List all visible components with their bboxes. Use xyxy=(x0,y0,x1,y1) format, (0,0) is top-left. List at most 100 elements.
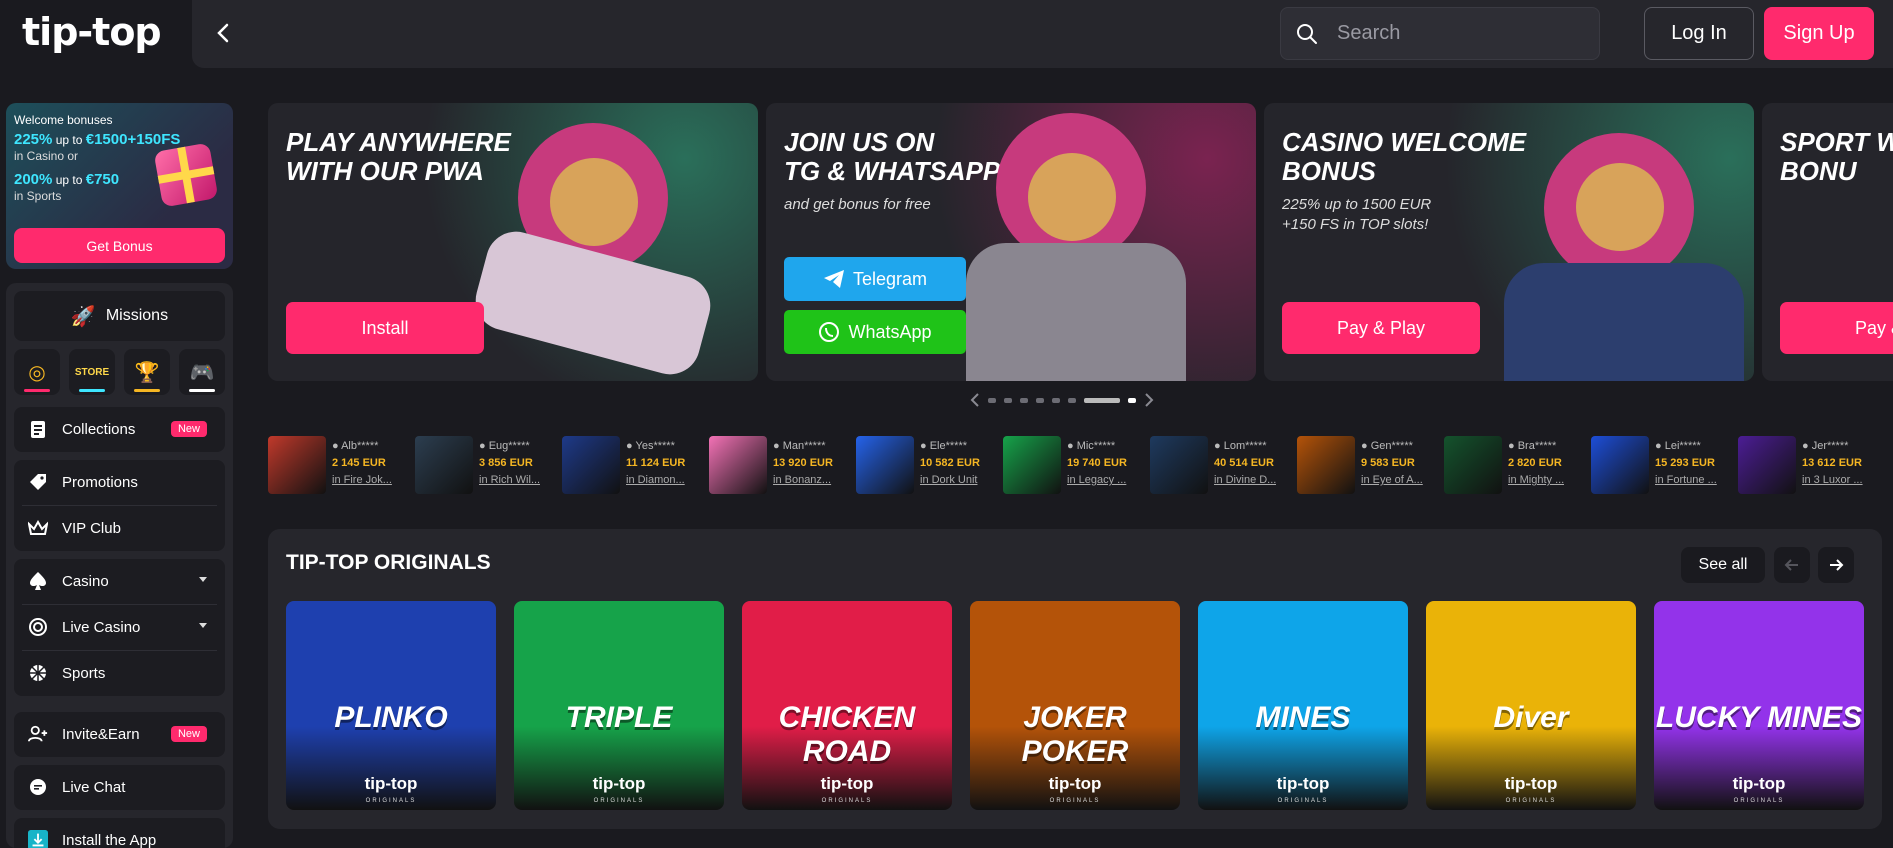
winner-item[interactable]: ● Bra***** 2 820 EUR in Mighty ... xyxy=(1444,436,1591,496)
whatsapp-button[interactable]: WhatsApp xyxy=(784,310,966,354)
game-card[interactable]: PLINKO tip-top ORIGINALS xyxy=(286,601,496,810)
spade-icon xyxy=(28,571,48,591)
search-input[interactable] xyxy=(1337,22,1577,45)
winner-info: ● Lom***** 40 514 EUR in Divine D... xyxy=(1214,436,1276,496)
winner-game-link[interactable]: in 3 Luxor ... xyxy=(1802,472,1863,489)
trophy-icon[interactable]: 🏆 xyxy=(124,349,170,395)
game-card[interactable]: CHICKEN ROAD tip-top ORIGINALS xyxy=(742,601,952,810)
winner-item[interactable]: ● Lei***** 15 293 EUR in Fortune ... xyxy=(1591,436,1738,496)
game-card-brand: tip-top xyxy=(1276,774,1330,793)
game-thumbnail[interactable] xyxy=(1297,436,1355,494)
game-card[interactable]: TRIPLE tip-top ORIGINALS xyxy=(514,601,724,810)
sidebar-item-vip-club[interactable]: VIP Club xyxy=(14,506,225,551)
game-thumbnail[interactable] xyxy=(1150,436,1208,494)
winner-amount: 40 514 EUR xyxy=(1214,457,1274,469)
banner-pwa[interactable]: PLAY ANYWHERE WITH OUR PWA Install xyxy=(268,103,758,381)
winner-item[interactable]: ● Alb***** 2 145 EUR in Fire Jok... xyxy=(268,436,415,496)
sidebar-item-live-chat[interactable]: Live Chat xyxy=(14,765,225,810)
banner-sport-welcome[interactable]: SPORT WBONU Pay & xyxy=(1762,103,1893,381)
missions-button[interactable]: 🚀 Missions xyxy=(14,291,225,341)
game-card[interactable]: Diver tip-top ORIGINALS xyxy=(1426,601,1636,810)
store-icon[interactable]: STORE xyxy=(69,349,115,395)
carousel-dot[interactable] xyxy=(1020,397,1028,403)
clipboard-icon xyxy=(28,419,48,439)
winner-item[interactable]: ● Lom***** 40 514 EUR in Divine D... xyxy=(1150,436,1297,496)
banner-casino-welcome[interactable]: CASINO WELCOME BONUS 225% up to 1500 EUR … xyxy=(1264,103,1754,381)
welcome-bonus-card: Welcome bonuses 225% up to €1500+150FS i… xyxy=(6,103,233,269)
winner-item[interactable]: ● Man***** 13 920 EUR in Bonanz... xyxy=(709,436,856,496)
game-card[interactable]: LUCKY MINES tip-top ORIGINALS xyxy=(1654,601,1864,810)
game-card[interactable]: MINES tip-top ORIGINALS xyxy=(1198,601,1408,810)
winner-item[interactable]: ● Mic***** 19 740 EUR in Legacy ... xyxy=(1003,436,1150,496)
winner-item[interactable]: ● Gen***** 9 583 EUR in Eye of A... xyxy=(1297,436,1444,496)
new-badge: New xyxy=(170,726,207,742)
carousel-dot[interactable] xyxy=(1052,397,1060,403)
game-thumbnail[interactable] xyxy=(1738,436,1796,494)
sidebar-item-promotions[interactable]: Promotions xyxy=(14,460,225,505)
logo[interactable]: tip-top xyxy=(22,10,162,54)
sidebar-item-install-app[interactable]: Install the App xyxy=(14,818,225,848)
game-card[interactable]: JOKER POKER tip-top ORIGINALS xyxy=(970,601,1180,810)
install-group: Install the App xyxy=(14,818,225,848)
sidebar-item-live-casino[interactable]: Live Casino xyxy=(14,605,225,650)
winner-item[interactable]: ● Jer***** 13 612 EUR in 3 Luxor ... xyxy=(1738,436,1885,496)
game-thumbnail[interactable] xyxy=(709,436,767,494)
game-thumbnail[interactable] xyxy=(856,436,914,494)
pay-play-button[interactable]: Pay & xyxy=(1780,302,1893,354)
winner-amount: 15 293 EUR xyxy=(1655,457,1715,469)
winner-game-link[interactable]: in Mighty ... xyxy=(1508,472,1564,489)
winner-game-link[interactable]: in Divine D... xyxy=(1214,472,1276,489)
wheel-icon[interactable]: ◎ xyxy=(14,349,60,395)
game-thumbnail[interactable] xyxy=(1591,436,1649,494)
login-button[interactable]: Log In xyxy=(1644,7,1754,60)
winner-game-link[interactable]: in Eye of A... xyxy=(1361,472,1423,489)
carousel-dot[interactable] xyxy=(1128,397,1136,403)
sidebar-item-casino[interactable]: Casino xyxy=(14,559,225,604)
sidebar-item-invite-earn[interactable]: Invite&Earn New xyxy=(14,712,225,757)
chevron-right-icon[interactable] xyxy=(1144,393,1154,407)
winner-item[interactable]: ● Eug***** 3 856 EUR in Rich Wil... xyxy=(415,436,562,496)
prev-button[interactable] xyxy=(1774,547,1810,583)
carousel-dot[interactable] xyxy=(988,397,996,403)
winner-game-link[interactable]: in Legacy ... xyxy=(1067,472,1127,489)
sidebar-item-collections[interactable]: Collections New xyxy=(14,407,225,452)
winners-ticker: ● Alb***** 2 145 EUR in Fire Jok... ● Eug**… xyxy=(268,436,1893,496)
sidebar-item-sports[interactable]: Sports xyxy=(14,651,225,696)
game-thumbnail[interactable] xyxy=(562,436,620,494)
crown-icon xyxy=(28,518,48,538)
game-thumbnail[interactable] xyxy=(1444,436,1502,494)
get-bonus-button[interactable]: Get Bonus xyxy=(14,228,225,263)
carousel-dot[interactable] xyxy=(1036,397,1044,403)
search-icon xyxy=(1297,24,1317,44)
see-all-button[interactable]: See all xyxy=(1681,547,1765,583)
banner-title: JOIN US ON TG & WHATSAPP xyxy=(784,127,1001,186)
carousel-dot[interactable] xyxy=(1004,397,1012,403)
carousel-dot-active[interactable] xyxy=(1084,397,1120,403)
install-button[interactable]: Install xyxy=(286,302,484,354)
carousel-dot[interactable] xyxy=(1068,397,1076,403)
signup-button[interactable]: Sign Up xyxy=(1764,7,1874,60)
winner-game-link[interactable]: in Rich Wil... xyxy=(479,472,540,489)
game-card-brand: tip-top xyxy=(364,774,418,793)
gamepad-icon[interactable]: 🎮 xyxy=(179,349,225,395)
banner-social[interactable]: JOIN US ON TG & WHATSAPP and get bonus fo… xyxy=(766,103,1256,381)
sports-upto: up to xyxy=(52,173,86,187)
pay-play-button[interactable]: Pay & Play xyxy=(1282,302,1480,354)
game-thumbnail[interactable] xyxy=(268,436,326,494)
winner-game-link[interactable]: in Dork Unit xyxy=(920,472,980,489)
back-button[interactable] xyxy=(208,18,238,48)
winner-item[interactable]: ● Ele***** 10 582 EUR in Dork Unit xyxy=(856,436,1003,496)
winner-game-link[interactable]: in Bonanz... xyxy=(773,472,833,489)
winner-item[interactable]: ● Yes***** 11 124 EUR in Diamon... xyxy=(562,436,709,496)
game-card-brand-sub: ORIGINALS xyxy=(821,798,873,804)
sidebar-item-label: Casino xyxy=(62,573,109,590)
telegram-button[interactable]: Telegram xyxy=(784,257,966,301)
chevron-left-icon[interactable] xyxy=(970,393,980,407)
next-button[interactable] xyxy=(1818,547,1854,583)
winner-game-link[interactable]: in Fire Jok... xyxy=(332,472,392,489)
search-box[interactable] xyxy=(1280,7,1600,60)
game-thumbnail[interactable] xyxy=(1003,436,1061,494)
winner-game-link[interactable]: in Fortune ... xyxy=(1655,472,1717,489)
winner-game-link[interactable]: in Diamon... xyxy=(626,472,685,489)
game-thumbnail[interactable] xyxy=(415,436,473,494)
